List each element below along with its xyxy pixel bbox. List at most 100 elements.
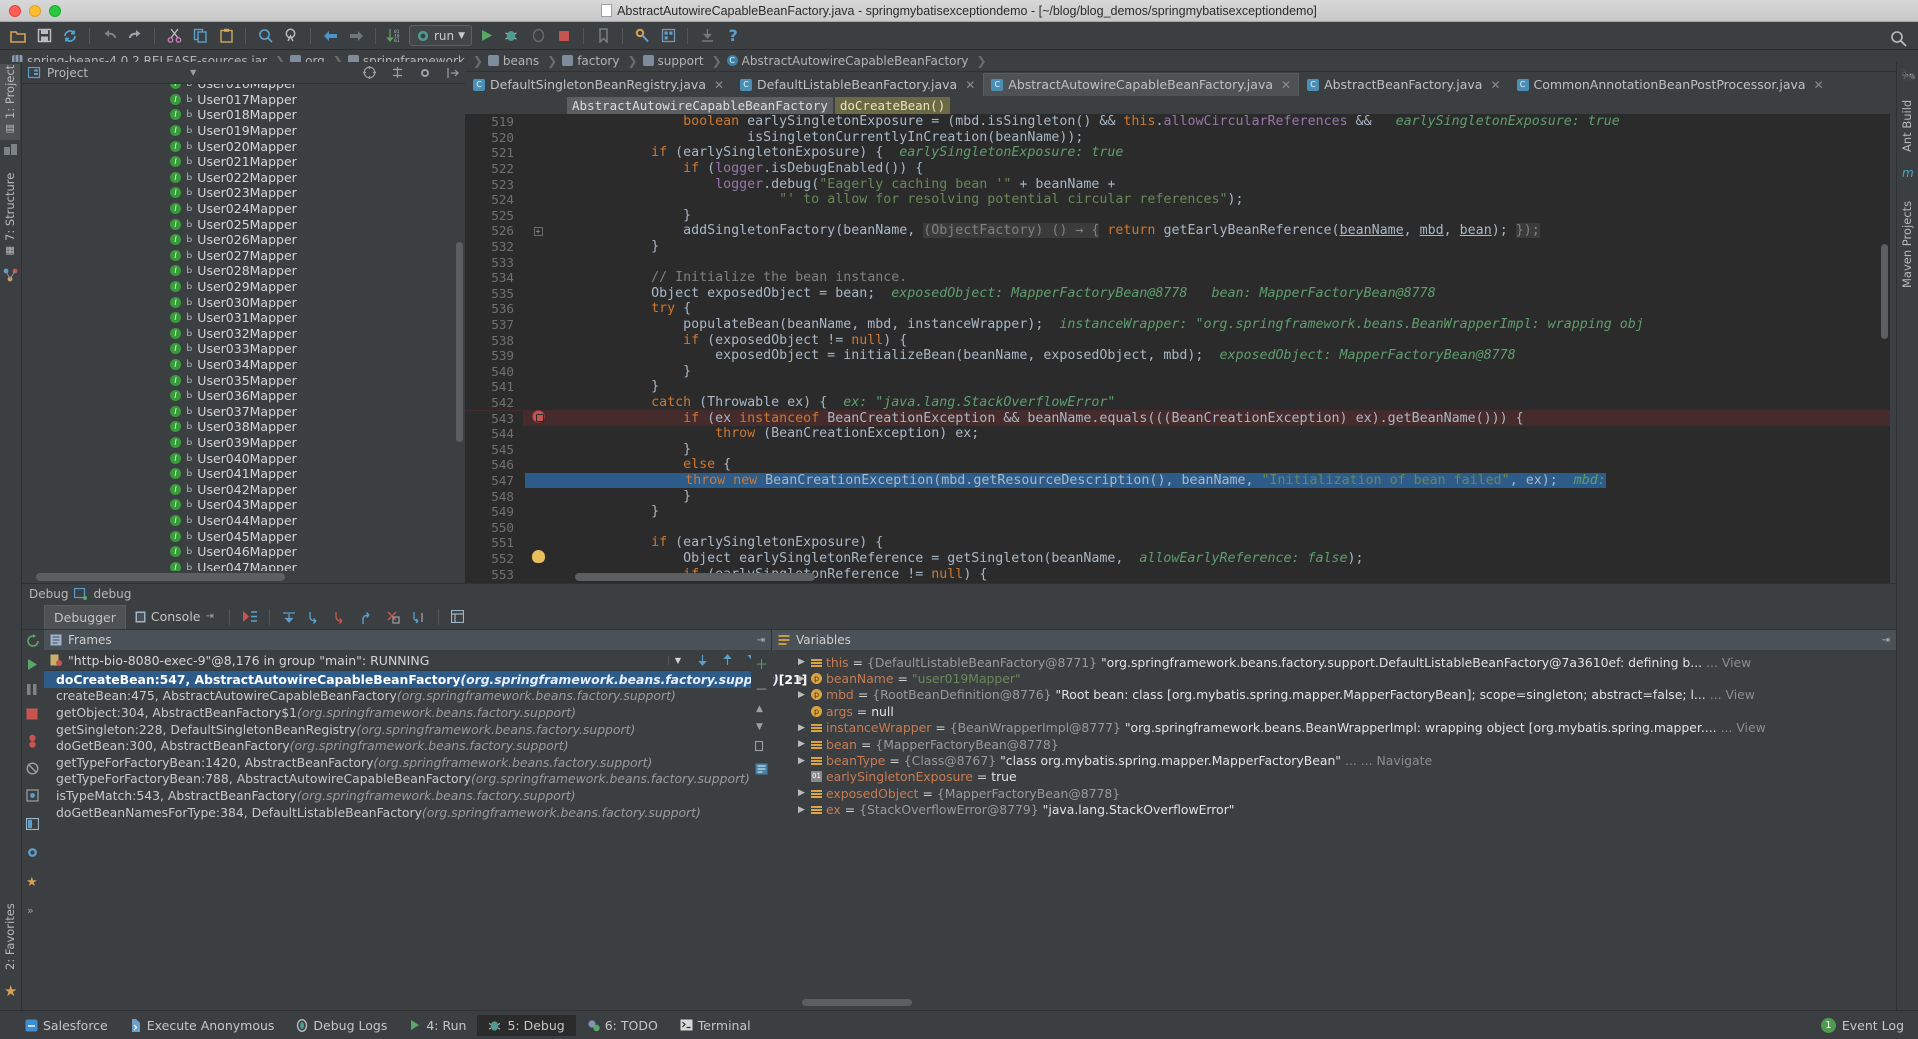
tab-console[interactable]: Console ⇥: [126, 605, 223, 629]
variable-row[interactable]: ▶instanceWrapper = {BeanWrapperImpl@8777…: [772, 720, 1896, 736]
status-item-salesforce[interactable]: Salesforce: [14, 1015, 119, 1036]
compile-icon[interactable]: 011001: [383, 24, 407, 48]
favorites-star-icon[interactable]: ★: [4, 982, 17, 1000]
undo-icon[interactable]: [97, 24, 121, 48]
update-project-icon[interactable]: [695, 24, 719, 48]
pin-icon[interactable]: ⇥: [206, 611, 214, 622]
sort-desc-icon[interactable]: [718, 654, 737, 666]
help-icon[interactable]: ?: [721, 24, 745, 48]
code-line[interactable]: 541 }: [465, 379, 1890, 395]
hide-icon[interactable]: ⇥: [757, 635, 765, 646]
module-icon[interactable]: [4, 144, 18, 157]
status-item-run[interactable]: 4: Run: [398, 1015, 477, 1036]
code-area[interactable]: 519 boolean earlySingletonExposure = (mb…: [465, 114, 1890, 583]
expand-arrow-icon[interactable]: ▶: [798, 805, 807, 815]
code-line[interactable]: 544 throw (BeanCreationException) ex;: [465, 426, 1890, 442]
move-down-icon[interactable]: ▼: [751, 718, 773, 736]
tree-item[interactable]: IᖯUser047Mapper: [22, 559, 465, 571]
breadcrumb-item-factory[interactable]: factory: [558, 52, 626, 70]
variable-row[interactable]: ▶pbeanName = "user019Mapper": [772, 670, 1896, 686]
paste-icon[interactable]: [214, 24, 238, 48]
code-line[interactable]: 546 else {: [465, 457, 1890, 473]
breakpoint-icon[interactable]: [523, 410, 553, 427]
code-line[interactable]: 540 }: [465, 364, 1890, 380]
close-icon[interactable]: ✕: [714, 78, 724, 92]
code-line[interactable]: 533: [465, 254, 1890, 270]
stop-icon[interactable]: [552, 24, 576, 48]
variable-row[interactable]: ▶bean = {MapperFactoryBean@8778}: [772, 736, 1896, 752]
frame-row[interactable]: getTypeForFactoryBean:788, AbstractAutow…: [44, 771, 771, 788]
drop-frame-icon[interactable]: [380, 610, 406, 624]
back-icon[interactable]: [318, 24, 342, 48]
show-execution-point-icon[interactable]: [236, 610, 263, 623]
tree-item[interactable]: IᖯUser044Mapper: [22, 513, 465, 529]
variable-row[interactable]: ▶beanType = {Class@8767} "class org.myba…: [772, 752, 1896, 768]
tree-item[interactable]: IᖯUser030Mapper: [22, 294, 465, 310]
inspect-icon[interactable]: [751, 758, 773, 780]
status-item-terminal[interactable]: Terminal: [669, 1015, 762, 1036]
breadcrumb-item-support[interactable]: support: [639, 52, 711, 70]
run-configuration-selector[interactable]: run ▼: [409, 25, 472, 46]
chevron-down-icon[interactable]: ▼: [668, 656, 687, 665]
variable-row[interactable]: ▶ex = {StackOverflowError@8779} "java.la…: [772, 802, 1896, 818]
editor-breadcrumb-class[interactable]: AbstractAutowireCapableBeanFactory: [567, 97, 833, 114]
frame-row[interactable]: doGetBean:300, AbstractBeanFactory (org.…: [44, 737, 771, 754]
project-tree-hscrollbar[interactable]: [36, 573, 451, 581]
tree-item[interactable]: IᖯUser032Mapper: [22, 326, 465, 342]
forward-icon[interactable]: [344, 24, 368, 48]
code-line[interactable]: 537 populateBean(beanName, mbd, instance…: [465, 317, 1890, 333]
toggle-bookmark-icon[interactable]: [591, 24, 615, 48]
editor-tab-1[interactable]: CDefaultListableBeanFactory.java✕: [732, 73, 983, 96]
code-line[interactable]: 535 Object exposedObject = bean; exposed…: [465, 286, 1890, 302]
close-icon[interactable]: ✕: [1814, 78, 1824, 92]
tree-item[interactable]: IᖯUser046Mapper: [22, 544, 465, 560]
frame-row[interactable]: isTypeMatch:543, AbstractBeanFactory (or…: [44, 787, 771, 804]
tree-item[interactable]: IᖯUser045Mapper: [22, 528, 465, 544]
frame-row[interactable]: doGetBeanNamesForType:384, DefaultListab…: [44, 804, 771, 821]
tree-item[interactable]: IᖯUser033Mapper: [22, 341, 465, 357]
code-line[interactable]: 523 logger.debug("Eagerly caching bean '…: [465, 176, 1890, 192]
sidebar-tab-maven-projects[interactable]: Maven Projects: [1897, 184, 1917, 294]
copy-value-icon[interactable]: [751, 736, 773, 758]
run-to-cursor-icon[interactable]: [406, 610, 432, 624]
frame-row[interactable]: getObject:304, AbstractBeanFactory$1 (or…: [44, 704, 771, 721]
sync-icon[interactable]: [58, 24, 82, 48]
sidebar-tab-ant-build[interactable]: Ant Build: [1897, 86, 1917, 158]
find-icon[interactable]: [253, 24, 277, 48]
code-line[interactable]: 534 // Initialize the bean instance.: [465, 270, 1890, 286]
sidebar-tab-structure[interactable]: ▦ 7: Structure: [0, 166, 20, 262]
code-line[interactable]: 552 Object earlySingletonReference = get…: [465, 551, 1890, 567]
editor-tab-0[interactable]: CDefaultSingletonBeanRegistry.java✕: [465, 73, 732, 96]
close-icon[interactable]: ✕: [1490, 78, 1500, 92]
collapse-all-icon[interactable]: [363, 66, 376, 79]
replace-icon[interactable]: [279, 24, 303, 48]
force-step-into-icon[interactable]: [328, 610, 354, 624]
tree-item[interactable]: IᖯUser027Mapper: [22, 248, 465, 264]
frames-list[interactable]: doCreateBean:547, AbstractAutowireCapabl…: [44, 671, 771, 820]
editor-horizontal-scrollbar[interactable]: [575, 573, 815, 581]
evaluate-expression-icon[interactable]: [445, 610, 470, 623]
variable-action-link[interactable]: ... View: [1710, 687, 1755, 702]
breadcrumb-item-class[interactable]: C AbstractAutowireCapableBeanFactory: [723, 52, 976, 70]
project-tree[interactable]: IᖯUser016MapperIᖯUser017MapperIᖯUser018M…: [22, 84, 465, 571]
close-icon[interactable]: ✕: [1281, 78, 1291, 92]
intention-bulb-icon[interactable]: [523, 550, 553, 567]
code-editor[interactable]: AbstractAutowireCapableBeanFactory doCre…: [465, 96, 1890, 583]
tree-item[interactable]: IᖯUser041Mapper: [22, 466, 465, 482]
expand-arrow-icon[interactable]: ▶: [798, 756, 807, 766]
tree-item[interactable]: IᖯUser021Mapper: [22, 154, 465, 170]
code-line[interactable]: 547 throw new BeanCreationException(mbd.…: [465, 473, 1890, 489]
step-over-icon[interactable]: [276, 610, 302, 624]
breadcrumb-item-beans[interactable]: beans: [484, 52, 546, 70]
tree-item[interactable]: IᖯUser034Mapper: [22, 357, 465, 373]
tab-debugger[interactable]: Debugger: [44, 605, 126, 629]
code-line[interactable]: 542 catch (Throwable ex) { ex: "java.lan…: [465, 395, 1890, 411]
tree-item[interactable]: IᖯUser017Mapper: [22, 92, 465, 108]
code-line[interactable]: 519 boolean earlySingletonExposure = (mb…: [465, 114, 1890, 130]
tree-item[interactable]: IᖯUser036Mapper: [22, 388, 465, 404]
status-item-debug-logs[interactable]: Debug Logs: [285, 1015, 398, 1036]
variable-row[interactable]: ▶exposedObject = {MapperFactoryBean@8778…: [772, 785, 1896, 801]
tree-item[interactable]: IᖯUser016Mapper: [22, 84, 465, 92]
hide-icon[interactable]: [447, 67, 459, 79]
tree-item[interactable]: IᖯUser022Mapper: [22, 170, 465, 186]
